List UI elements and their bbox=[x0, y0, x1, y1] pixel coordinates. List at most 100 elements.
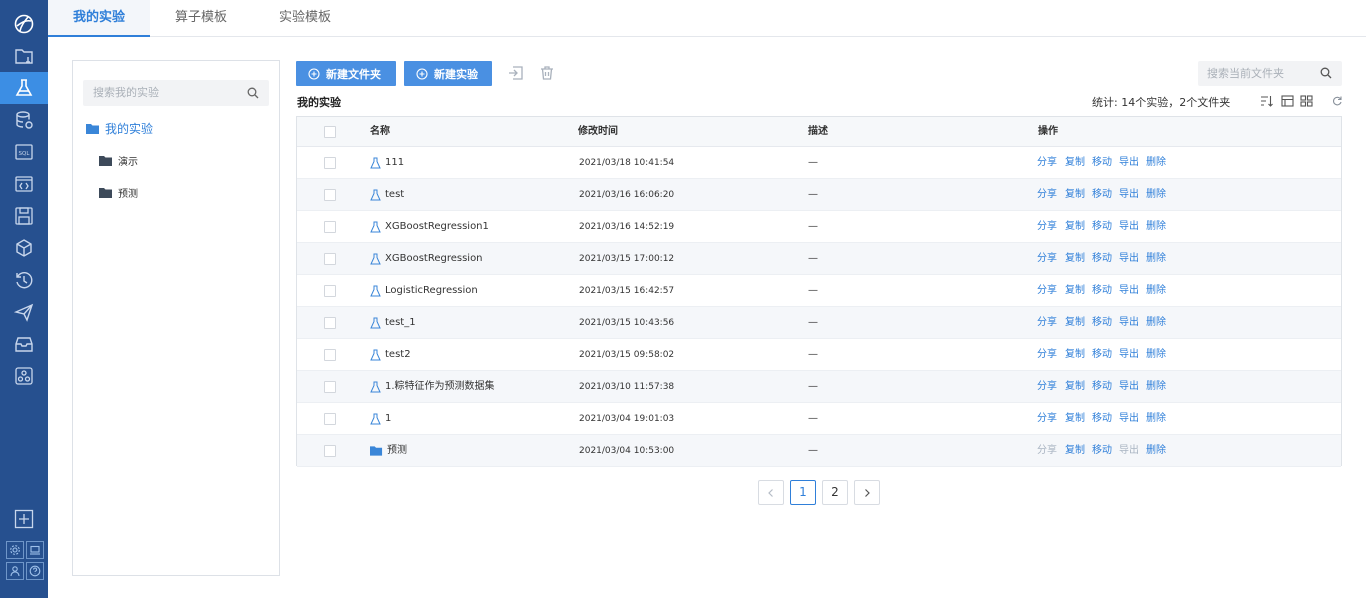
table-row[interactable]: XGBoostRegression 2021/03/15 17:00:12 — 分享复… bbox=[297, 243, 1341, 275]
select-all-checkbox[interactable] bbox=[324, 126, 336, 138]
row-name[interactable]: test_1 bbox=[370, 307, 416, 339]
row-name[interactable]: test2 bbox=[370, 339, 411, 371]
table-row[interactable]: XGBoostRegression1 2021/03/16 14:52:19 — 分享… bbox=[297, 211, 1341, 243]
folder-icon[interactable] bbox=[0, 40, 48, 72]
trash-icon[interactable] bbox=[539, 65, 555, 81]
copy-action[interactable]: 复制 bbox=[1065, 435, 1085, 467]
table-row[interactable]: 1.粽特征作为预测数据集 2021/03/10 11:57:38 — 分享 复制 移动 导出… bbox=[297, 371, 1341, 403]
copy-action[interactable]: 复制 bbox=[1065, 307, 1085, 339]
delete-action[interactable]: 删除 bbox=[1146, 307, 1166, 339]
tree-item-demo[interactable]: 演示 bbox=[99, 153, 138, 168]
export-action[interactable]: 导出 bbox=[1119, 403, 1139, 435]
new-folder-button[interactable]: 新建文件夹 bbox=[296, 61, 396, 86]
row-checkbox[interactable] bbox=[324, 221, 336, 233]
new-experiment-button[interactable]: 新建实验 bbox=[404, 61, 492, 86]
table-row[interactable]: LogisticRegression 2021/03/15 16:42:57 — 分享… bbox=[297, 275, 1341, 307]
search-icon[interactable] bbox=[1320, 67, 1332, 79]
monitor-icon[interactable] bbox=[26, 541, 44, 559]
import-icon[interactable] bbox=[508, 65, 524, 81]
row-checkbox[interactable] bbox=[324, 189, 336, 201]
row-name[interactable]: 111 bbox=[370, 147, 404, 179]
search-icon[interactable] bbox=[247, 87, 259, 99]
row-checkbox[interactable] bbox=[324, 285, 336, 297]
delete-action[interactable]: 删除 bbox=[1146, 211, 1166, 243]
logo-icon[interactable] bbox=[0, 8, 48, 40]
share-action[interactable]: 分享 bbox=[1037, 371, 1057, 403]
move-action[interactable]: 移动 bbox=[1092, 435, 1112, 467]
row-checkbox[interactable] bbox=[324, 317, 336, 329]
table-row[interactable]: 1 2021/03/04 19:01:03 — 分享 复制 移动 导出 删除 bbox=[297, 403, 1341, 435]
delete-action[interactable]: 删除 bbox=[1146, 275, 1166, 307]
move-action[interactable]: 移动 bbox=[1092, 339, 1112, 371]
tree-item-predict[interactable]: 预测 bbox=[99, 185, 138, 200]
move-action[interactable]: 移动 bbox=[1092, 371, 1112, 403]
export-action[interactable]: 导出 bbox=[1119, 147, 1139, 179]
table-row[interactable]: 预测 2021/03/04 10:53:00 — 分享 复制 移动 导出 删除 bbox=[297, 435, 1341, 467]
move-action[interactable]: 移动 bbox=[1092, 275, 1112, 307]
export-action[interactable]: 导出 bbox=[1119, 371, 1139, 403]
row-name[interactable]: LogisticRegression bbox=[370, 275, 478, 307]
tree-search-input[interactable]: 搜索我的实验 bbox=[83, 80, 269, 106]
user-icon[interactable] bbox=[6, 562, 24, 580]
export-action[interactable]: 导出 bbox=[1119, 275, 1139, 307]
add-icon[interactable] bbox=[0, 503, 48, 535]
delete-action[interactable]: 删除 bbox=[1146, 179, 1166, 211]
sort-icon[interactable] bbox=[1260, 95, 1273, 107]
help-icon[interactable] bbox=[26, 562, 44, 580]
row-checkbox[interactable] bbox=[324, 349, 336, 361]
delete-action[interactable]: 删除 bbox=[1146, 339, 1166, 371]
row-checkbox[interactable] bbox=[324, 445, 336, 457]
share-action[interactable]: 分享 bbox=[1037, 403, 1057, 435]
move-action[interactable]: 移动 bbox=[1092, 211, 1112, 243]
copy-action[interactable]: 复制 bbox=[1065, 403, 1085, 435]
move-action[interactable]: 移动 bbox=[1092, 403, 1112, 435]
refresh-icon[interactable] bbox=[1332, 95, 1342, 107]
row-name[interactable]: 1 bbox=[370, 403, 391, 435]
delete-action[interactable]: 删除 bbox=[1146, 147, 1166, 179]
copy-action[interactable]: 复制 bbox=[1065, 147, 1085, 179]
share-action[interactable]: 分享 bbox=[1037, 243, 1057, 275]
move-action[interactable]: 移动 bbox=[1092, 179, 1112, 211]
move-action[interactable]: 移动 bbox=[1092, 243, 1112, 275]
copy-action[interactable]: 复制 bbox=[1065, 275, 1085, 307]
tab-experiment-templates[interactable]: 实验模板 bbox=[254, 0, 356, 37]
export-action[interactable]: 导出 bbox=[1119, 243, 1139, 275]
table-row[interactable]: 111 2021/03/18 10:41:54 — 分享 复制 移动 导出 删除 bbox=[297, 147, 1341, 179]
row-name[interactable]: XGBoostRegression bbox=[370, 243, 483, 275]
row-checkbox[interactable] bbox=[324, 253, 336, 265]
experiment-flask-icon[interactable] bbox=[0, 72, 48, 104]
copy-action[interactable]: 复制 bbox=[1065, 179, 1085, 211]
move-action[interactable]: 移动 bbox=[1092, 307, 1112, 339]
row-checkbox[interactable] bbox=[324, 157, 336, 169]
code-icon[interactable] bbox=[0, 168, 48, 200]
row-name[interactable]: 1.粽特征作为预测数据集 bbox=[370, 371, 495, 403]
move-action[interactable]: 移动 bbox=[1092, 147, 1112, 179]
cube-icon[interactable] bbox=[0, 232, 48, 264]
page-next-button[interactable] bbox=[854, 480, 880, 505]
copy-action[interactable]: 复制 bbox=[1065, 211, 1085, 243]
row-name[interactable]: test bbox=[370, 179, 404, 211]
export-action[interactable]: 导出 bbox=[1119, 211, 1139, 243]
copy-action[interactable]: 复制 bbox=[1065, 339, 1085, 371]
export-action[interactable]: 导出 bbox=[1119, 179, 1139, 211]
delete-action[interactable]: 删除 bbox=[1146, 371, 1166, 403]
table-row[interactable]: test 2021/03/16 16:06:20 — 分享 复制 移动 导出 删除 bbox=[297, 179, 1341, 211]
row-name[interactable]: 预测 bbox=[370, 435, 407, 467]
cluster-icon[interactable] bbox=[0, 360, 48, 392]
delete-action[interactable]: 删除 bbox=[1146, 403, 1166, 435]
delete-action[interactable]: 删除 bbox=[1146, 435, 1166, 467]
copy-action[interactable]: 复制 bbox=[1065, 371, 1085, 403]
database-icon[interactable] bbox=[0, 104, 48, 136]
tab-my-experiments[interactable]: 我的实验 bbox=[48, 0, 150, 37]
list-view-icon[interactable] bbox=[1281, 95, 1294, 107]
share-action[interactable]: 分享 bbox=[1037, 179, 1057, 211]
table-row[interactable]: test_1 2021/03/15 10:43:56 — 分享 复制 移动 导出 删除 bbox=[297, 307, 1341, 339]
sql-icon[interactable]: SQL bbox=[0, 136, 48, 168]
export-action[interactable]: 导出 bbox=[1119, 339, 1139, 371]
row-name[interactable]: XGBoostRegression1 bbox=[370, 211, 489, 243]
page-1-button[interactable]: 1 bbox=[790, 480, 816, 505]
table-row[interactable]: test2 2021/03/15 09:58:02 — 分享 复制 移动 导出 删除 bbox=[297, 339, 1341, 371]
archive-icon[interactable] bbox=[0, 328, 48, 360]
export-action[interactable]: 导出 bbox=[1119, 307, 1139, 339]
share-action[interactable]: 分享 bbox=[1037, 147, 1057, 179]
